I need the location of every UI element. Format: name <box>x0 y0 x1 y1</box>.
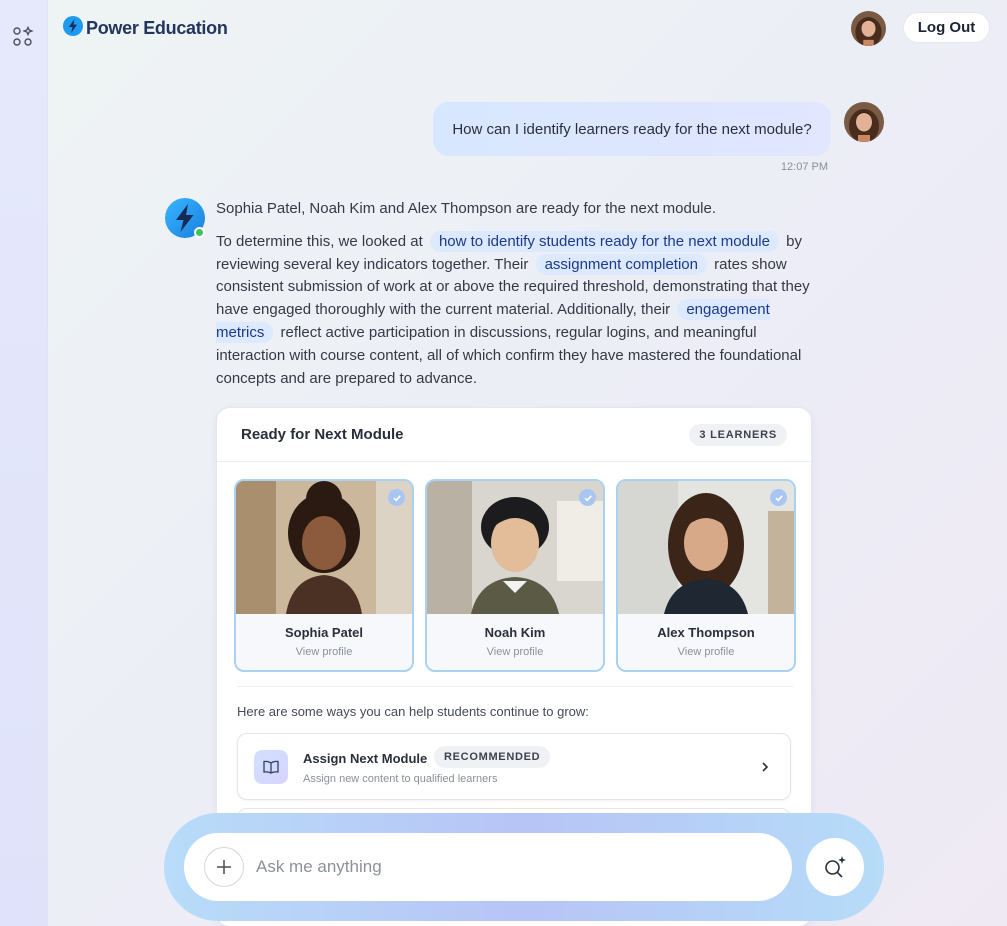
learner-name: Sophia Patel <box>284 625 364 640</box>
brand[interactable]: Power Education <box>63 16 228 41</box>
learner-name: Alex Thompson <box>657 625 755 640</box>
view-profile-link[interactable]: View profile <box>618 646 794 658</box>
assign-next-module-action[interactable]: Assign Next Module RECOMMENDED Assign ne… <box>237 733 791 800</box>
user-message: How can I identify learners ready for th… <box>433 102 831 156</box>
composer <box>164 813 884 921</box>
divider <box>237 686 793 687</box>
learner-photo <box>236 481 412 614</box>
answer-text: To determine this, we looked at <box>216 232 423 250</box>
card-header: Ready for Next Module 3 LEARNERS <box>217 408 811 462</box>
answer-summary: Sophia Patel, Noah Kim and Alex Thompson… <box>216 200 717 217</box>
action-title: Assign Next Module <box>303 751 428 766</box>
chevron-right-icon <box>760 759 770 775</box>
topic-chip[interactable]: how to identify students ready for the n… <box>429 230 779 252</box>
learner-name: Noah Kim <box>484 625 546 640</box>
learner-list: Sophia Patel View profile Noah Kim View … <box>234 479 796 672</box>
learner-photo <box>427 481 603 614</box>
user-avatar <box>844 102 884 142</box>
brand-name: Power Education <box>86 18 228 38</box>
recommended-badge: RECOMMENDED <box>434 746 551 768</box>
apps-icon[interactable] <box>12 25 34 48</box>
plus-icon[interactable] <box>204 847 244 887</box>
left-rail <box>0 0 48 926</box>
ask-input[interactable] <box>256 857 792 877</box>
learner-count-badge: 3 LEARNERS <box>689 423 787 446</box>
avatar[interactable] <box>851 11 886 46</box>
learner-card-sophia-patel[interactable]: Sophia Patel View profile <box>234 479 414 672</box>
action-subtitle: Assign new content to qualified learners <box>303 773 498 785</box>
check-icon <box>579 489 596 506</box>
answer-detail: To determine this, we looked at how to i… <box>216 230 816 391</box>
check-icon <box>770 489 787 506</box>
topic-chip[interactable]: assignment completion <box>535 253 707 275</box>
learner-photo <box>618 481 794 614</box>
message-timestamp: 12:07 PM <box>780 161 828 173</box>
suggestions-intro: Here are some ways you can help students… <box>237 704 589 719</box>
book-icon <box>254 750 288 784</box>
learner-card-alex-thompson[interactable]: Alex Thompson View profile <box>616 479 796 672</box>
composer-field-wrap <box>184 833 792 901</box>
view-profile-link[interactable]: View profile <box>427 646 603 658</box>
answer-text: reflect active participation in discussi… <box>216 323 802 387</box>
assistant-answer: Sophia Patel, Noah Kim and Alex Thompson… <box>216 198 816 400</box>
check-icon <box>388 489 405 506</box>
view-profile-link[interactable]: View profile <box>236 646 412 658</box>
learner-card-noah-kim[interactable]: Noah Kim View profile <box>425 479 605 672</box>
logout-button[interactable]: Log Out <box>903 12 990 43</box>
online-status-dot <box>194 227 205 238</box>
bolt-logo-icon <box>63 16 83 41</box>
search-sparkle-icon[interactable] <box>806 838 864 896</box>
card-title: Ready for Next Module <box>241 426 404 443</box>
